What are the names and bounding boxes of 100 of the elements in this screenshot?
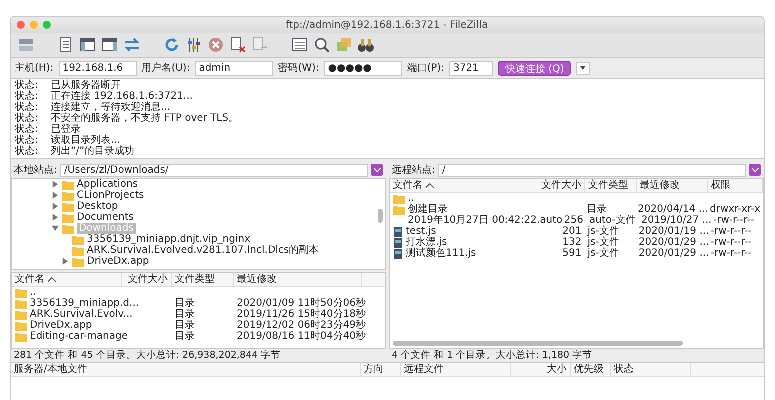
expand-arrow-icon[interactable]: [52, 203, 59, 210]
cancel-icon[interactable]: [207, 36, 225, 54]
folder-icon: [15, 310, 27, 320]
quickconnect-button[interactable]: 快速连接 (Q): [498, 60, 572, 76]
column-header[interactable]: 最近修改: [237, 273, 277, 286]
port-field[interactable]: 3721: [449, 60, 494, 76]
arrows-icon[interactable]: [123, 36, 141, 54]
column-header[interactable]: 文件类型: [588, 179, 628, 192]
log-label: 状态:: [15, 135, 40, 146]
remote-file-cell: 2019/10/27 ...: [641, 215, 712, 226]
remote-file-cell: -rw-r--r--: [710, 237, 752, 248]
remote-file-cell: 2020/01/19 ...: [638, 226, 710, 237]
remote-file-cell[interactable]: 2019年10月27日 00:42:22.auto: [408, 215, 563, 226]
local-file-cell: 目录: [175, 331, 195, 342]
local-file-cell[interactable]: DriveDx.app: [30, 320, 92, 331]
folder-icon: [62, 180, 74, 190]
expand-arrow-icon[interactable]: [52, 181, 59, 188]
magnifier-icon[interactable]: [313, 36, 331, 54]
remote-file-cell: 2020/01/29 ...: [638, 248, 710, 259]
password-field[interactable]: ●●●●●: [324, 60, 402, 76]
remote-file-cell: js-文件: [588, 226, 620, 237]
sliders-icon[interactable]: [185, 36, 203, 54]
column-header[interactable]: 大小: [547, 363, 567, 376]
column-header[interactable]: 文件类型: [175, 273, 215, 286]
input-field[interactable]: admin: [195, 60, 274, 76]
expand-arrow-icon[interactable]: [52, 214, 59, 221]
document-x-icon[interactable]: [229, 36, 247, 54]
dropdown-button[interactable]: [576, 62, 590, 74]
tree-item[interactable]: DriveDx.app: [87, 256, 150, 267]
column-header[interactable]: 文件名: [393, 179, 423, 192]
log-label: 状态:: [15, 146, 40, 157]
log-message: 已从服务器断开: [51, 80, 121, 91]
folder-icon: [393, 204, 405, 214]
tree-item[interactable]: Documents: [77, 212, 134, 223]
dropdown-button[interactable]: [371, 164, 383, 176]
close-button[interactable]: [17, 21, 25, 29]
remote-file-cell: drwxr-xr-x: [710, 204, 761, 215]
input-field[interactable]: 192.168.1.6: [58, 60, 137, 76]
dropdown-button[interactable]: [749, 164, 761, 176]
log-label: 状态:: [15, 102, 40, 113]
field-label: 端口(P):: [407, 62, 444, 75]
log-message: 正在连接 192.168.1.6:3721...: [51, 91, 193, 102]
folder-icon: [72, 246, 84, 256]
remote-file-cell[interactable]: 打水漂.js: [406, 237, 448, 248]
expand-arrow-icon[interactable]: [52, 225, 59, 232]
remote-file-cell[interactable]: ..: [408, 193, 414, 204]
tree-item[interactable]: CLionProjects: [77, 190, 144, 201]
column-header[interactable]: 文件大小: [128, 273, 168, 286]
local-file-cell: 2020/01/09 11时50分06秒: [237, 298, 366, 309]
remote-file-cell[interactable]: test.js: [406, 226, 436, 237]
column-header[interactable]: 服务器/本地文件: [14, 363, 88, 376]
local-file-cell[interactable]: 3356139_miniapp.d...: [30, 298, 140, 309]
column-header[interactable]: 最近修改: [640, 179, 680, 192]
remote-file-cell[interactable]: 测试颜色111.js: [406, 248, 476, 259]
column-header[interactable]: 权限: [710, 179, 731, 192]
column-header[interactable]: 优先级: [574, 363, 604, 376]
folder-icon: [62, 224, 74, 234]
remote-file-cell: 256: [564, 215, 584, 226]
refresh-icon[interactable]: [163, 36, 181, 54]
tree-item[interactable]: 3356139_miniapp.dnjt.vip_nginx: [87, 234, 251, 245]
scrollbar[interactable]: [393, 341, 683, 346]
scrollbar[interactable]: [378, 209, 383, 223]
path-field[interactable]: /Users/zl/Downloads/: [60, 164, 368, 176]
folder-icon: [15, 298, 27, 308]
remote-file-cell: js-文件: [588, 237, 620, 248]
path-field[interactable]: /: [438, 164, 746, 176]
column-header[interactable]: 方向: [364, 363, 384, 376]
folder-icon: [62, 212, 74, 222]
log-message: 不安全的服务器，不支持 FTP over TLS。: [51, 113, 239, 124]
log-label: 状态:: [15, 113, 40, 124]
script-file-icon: [393, 248, 403, 258]
panel-icon[interactable]: [101, 36, 119, 54]
local-file-cell[interactable]: ..: [30, 287, 36, 298]
expand-arrow-icon[interactable]: [62, 258, 69, 265]
remote-file-cell: -rw-r--r--: [713, 215, 754, 226]
server-icon[interactable]: [17, 36, 35, 54]
panel-icon[interactable]: [291, 36, 309, 54]
remote-file-cell[interactable]: 创建目录: [408, 204, 448, 215]
remote-file-cell: js-文件: [588, 248, 620, 259]
column-header[interactable]: 文件大小: [541, 179, 582, 192]
panel-icon[interactable]: [79, 36, 97, 54]
window-title: ftp://admin@192.168.1.6:3721 - FileZilla: [284, 20, 490, 30]
tree-item[interactable]: Applications: [77, 179, 138, 190]
local-file-cell[interactable]: Editing-car-manage: [30, 331, 128, 342]
local-file-cell[interactable]: ARK.Survival.Evolv...: [30, 309, 133, 320]
folder-icon: [15, 332, 27, 342]
remote-file-cell: 2020/01/29 ...: [638, 237, 710, 248]
remote-file-cell: 201: [562, 226, 582, 237]
column-header[interactable]: 状态: [614, 363, 634, 376]
site-label: 远程站点:: [392, 164, 436, 177]
column-header[interactable]: 远程文件: [404, 363, 444, 376]
expand-arrow-icon[interactable]: [52, 192, 59, 199]
column-header[interactable]: 文件名: [15, 273, 45, 286]
local-file-cell: 目录: [175, 309, 195, 320]
tree-item[interactable]: Desktop: [77, 201, 118, 212]
tree-item[interactable]: ARK.Survival.Evolved.v281.107.Incl.Dlcs的副本: [87, 245, 320, 256]
binoculars-icon[interactable]: [357, 36, 375, 54]
log-label: 状态:: [15, 124, 40, 135]
remote-file-cell: auto-文件: [589, 215, 636, 226]
caret-icon: [580, 66, 586, 70]
